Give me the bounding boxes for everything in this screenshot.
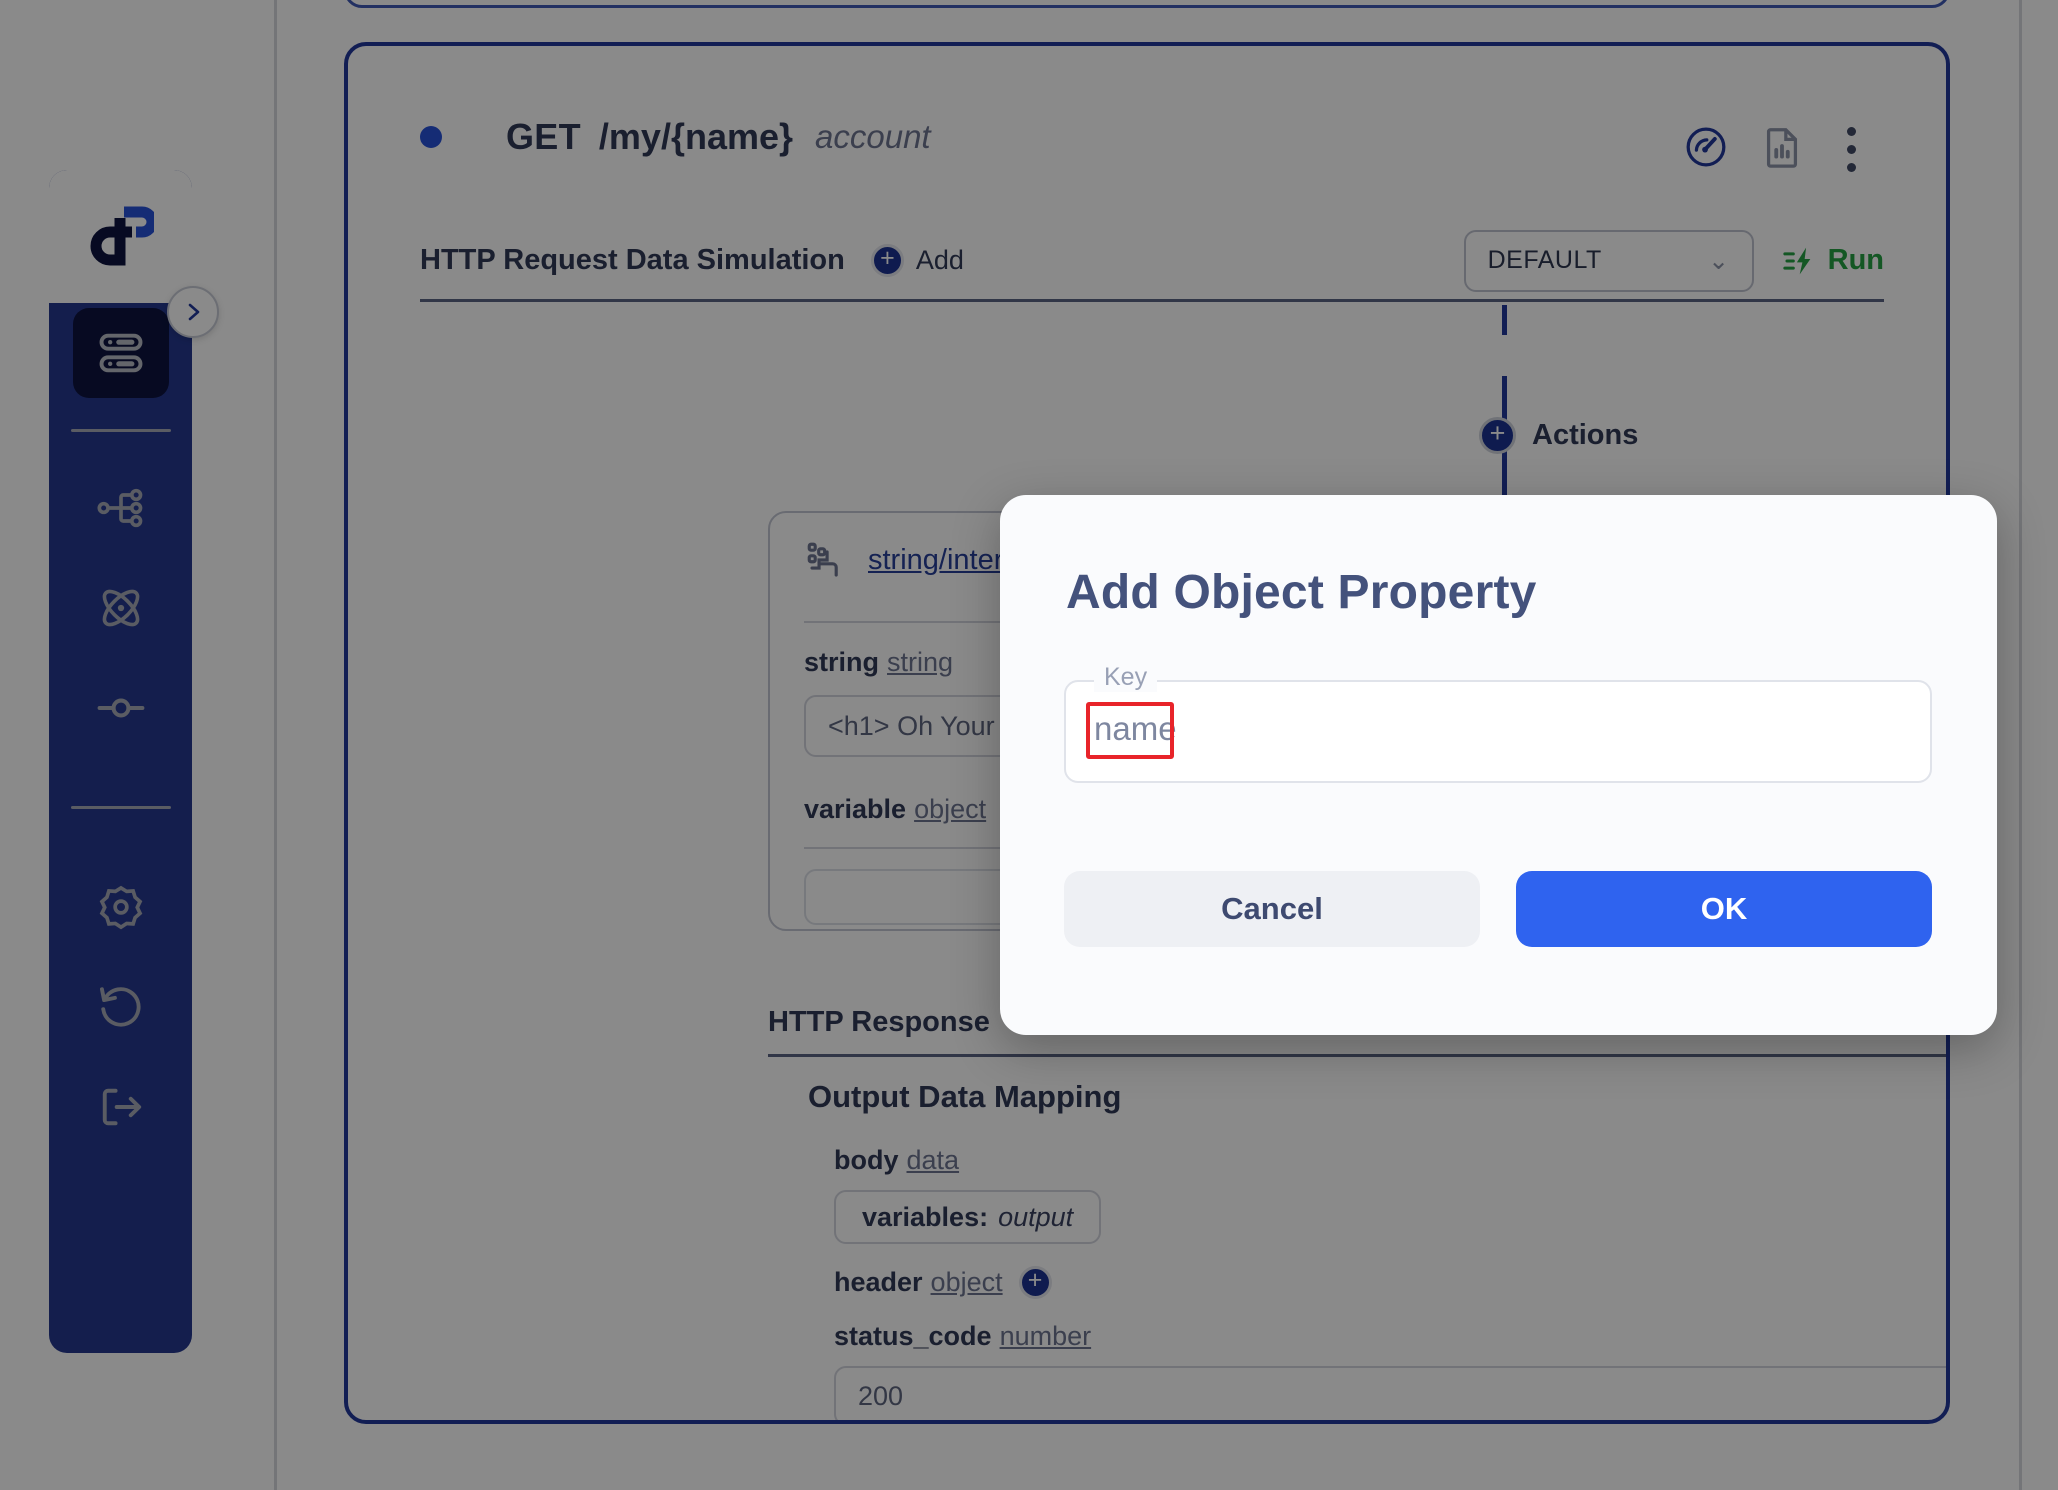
cancel-button[interactable]: Cancel [1064, 871, 1480, 947]
dialog-title: Add Object Property [1066, 566, 1537, 619]
screen: GET /my/{name} account HTTP Request Data… [0, 0, 2058, 1490]
ok-button[interactable]: OK [1516, 871, 1932, 947]
key-input[interactable]: name [1094, 710, 1177, 748]
key-field-box[interactable] [1064, 680, 1932, 783]
dialog-actions: Cancel OK [1064, 871, 1932, 947]
add-object-property-dialog: Add Object Property Key name Cancel OK [1000, 495, 1997, 1035]
key-field: Key name [1064, 663, 1932, 783]
key-field-legend: Key [1094, 663, 1158, 692]
